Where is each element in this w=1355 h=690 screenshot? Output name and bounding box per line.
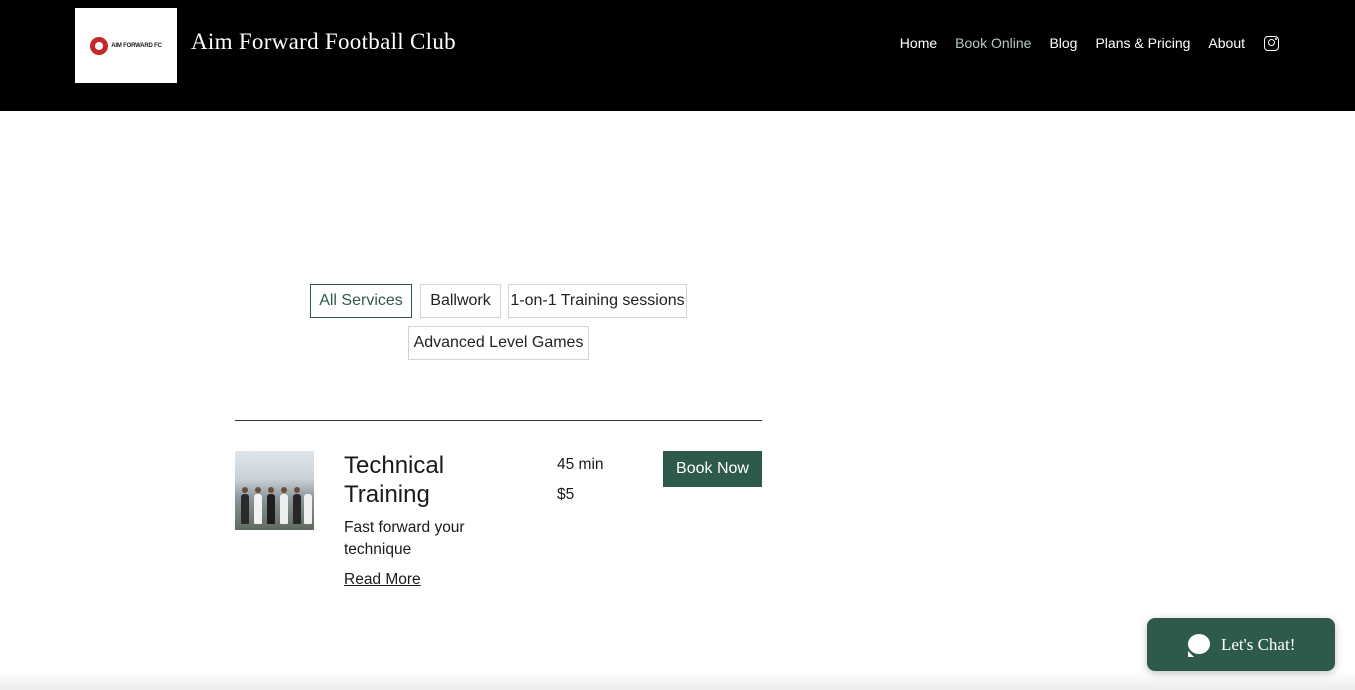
service-image[interactable]	[235, 451, 314, 530]
main-nav: Home Book Online Blog Plans & Pricing Ab…	[900, 35, 1279, 51]
player-head	[281, 487, 287, 493]
page-bottom-fade	[0, 672, 1355, 690]
service-price: $5	[557, 486, 575, 503]
player-figure	[280, 494, 288, 524]
site-header: AIM FORWARD FC Aim Forward Football Club…	[0, 0, 1355, 111]
filter-advanced-level-games[interactable]: Advanced Level Games	[408, 326, 589, 360]
player-head	[255, 487, 261, 493]
chat-label: Let's Chat!	[1221, 634, 1296, 654]
book-now-button[interactable]: Book Now	[663, 451, 762, 487]
filter-all-services[interactable]: All Services	[310, 284, 412, 318]
nav-book-online[interactable]: Book Online	[955, 35, 1031, 51]
player-figure	[267, 494, 275, 524]
site-title[interactable]: Aim Forward Football Club	[191, 29, 456, 55]
player-figure	[241, 494, 249, 524]
instagram-icon[interactable]	[1264, 35, 1279, 51]
club-logo[interactable]: AIM FORWARD FC	[75, 8, 177, 83]
read-more-link[interactable]: Read More	[344, 571, 421, 589]
nav-about[interactable]: About	[1208, 35, 1245, 51]
nav-plans-pricing[interactable]: Plans & Pricing	[1095, 35, 1190, 51]
chat-bubble-icon	[1188, 633, 1210, 657]
player-head	[242, 487, 248, 493]
filter-ballwork[interactable]: Ballwork	[420, 284, 501, 318]
player-figure	[293, 494, 301, 524]
service-duration: 45 min	[557, 456, 604, 473]
logo-mark: AIM FORWARD FC	[90, 36, 162, 55]
player-figure	[304, 494, 312, 524]
list-divider	[235, 420, 762, 421]
nav-blog[interactable]: Blog	[1049, 35, 1077, 51]
player-head	[268, 487, 274, 493]
nav-home[interactable]: Home	[900, 35, 937, 51]
logo-text: AIM FORWARD FC	[111, 42, 162, 49]
service-title[interactable]: Technical Training	[344, 451, 534, 509]
service-description: Fast forward your technique	[344, 519, 465, 558]
player-head	[294, 487, 300, 493]
player-figure	[254, 494, 262, 524]
football-icon	[90, 36, 109, 55]
filter-1-on-1-training[interactable]: 1-on-1 Training sessions	[508, 284, 687, 318]
chat-widget-button[interactable]: Let's Chat!	[1147, 618, 1335, 671]
